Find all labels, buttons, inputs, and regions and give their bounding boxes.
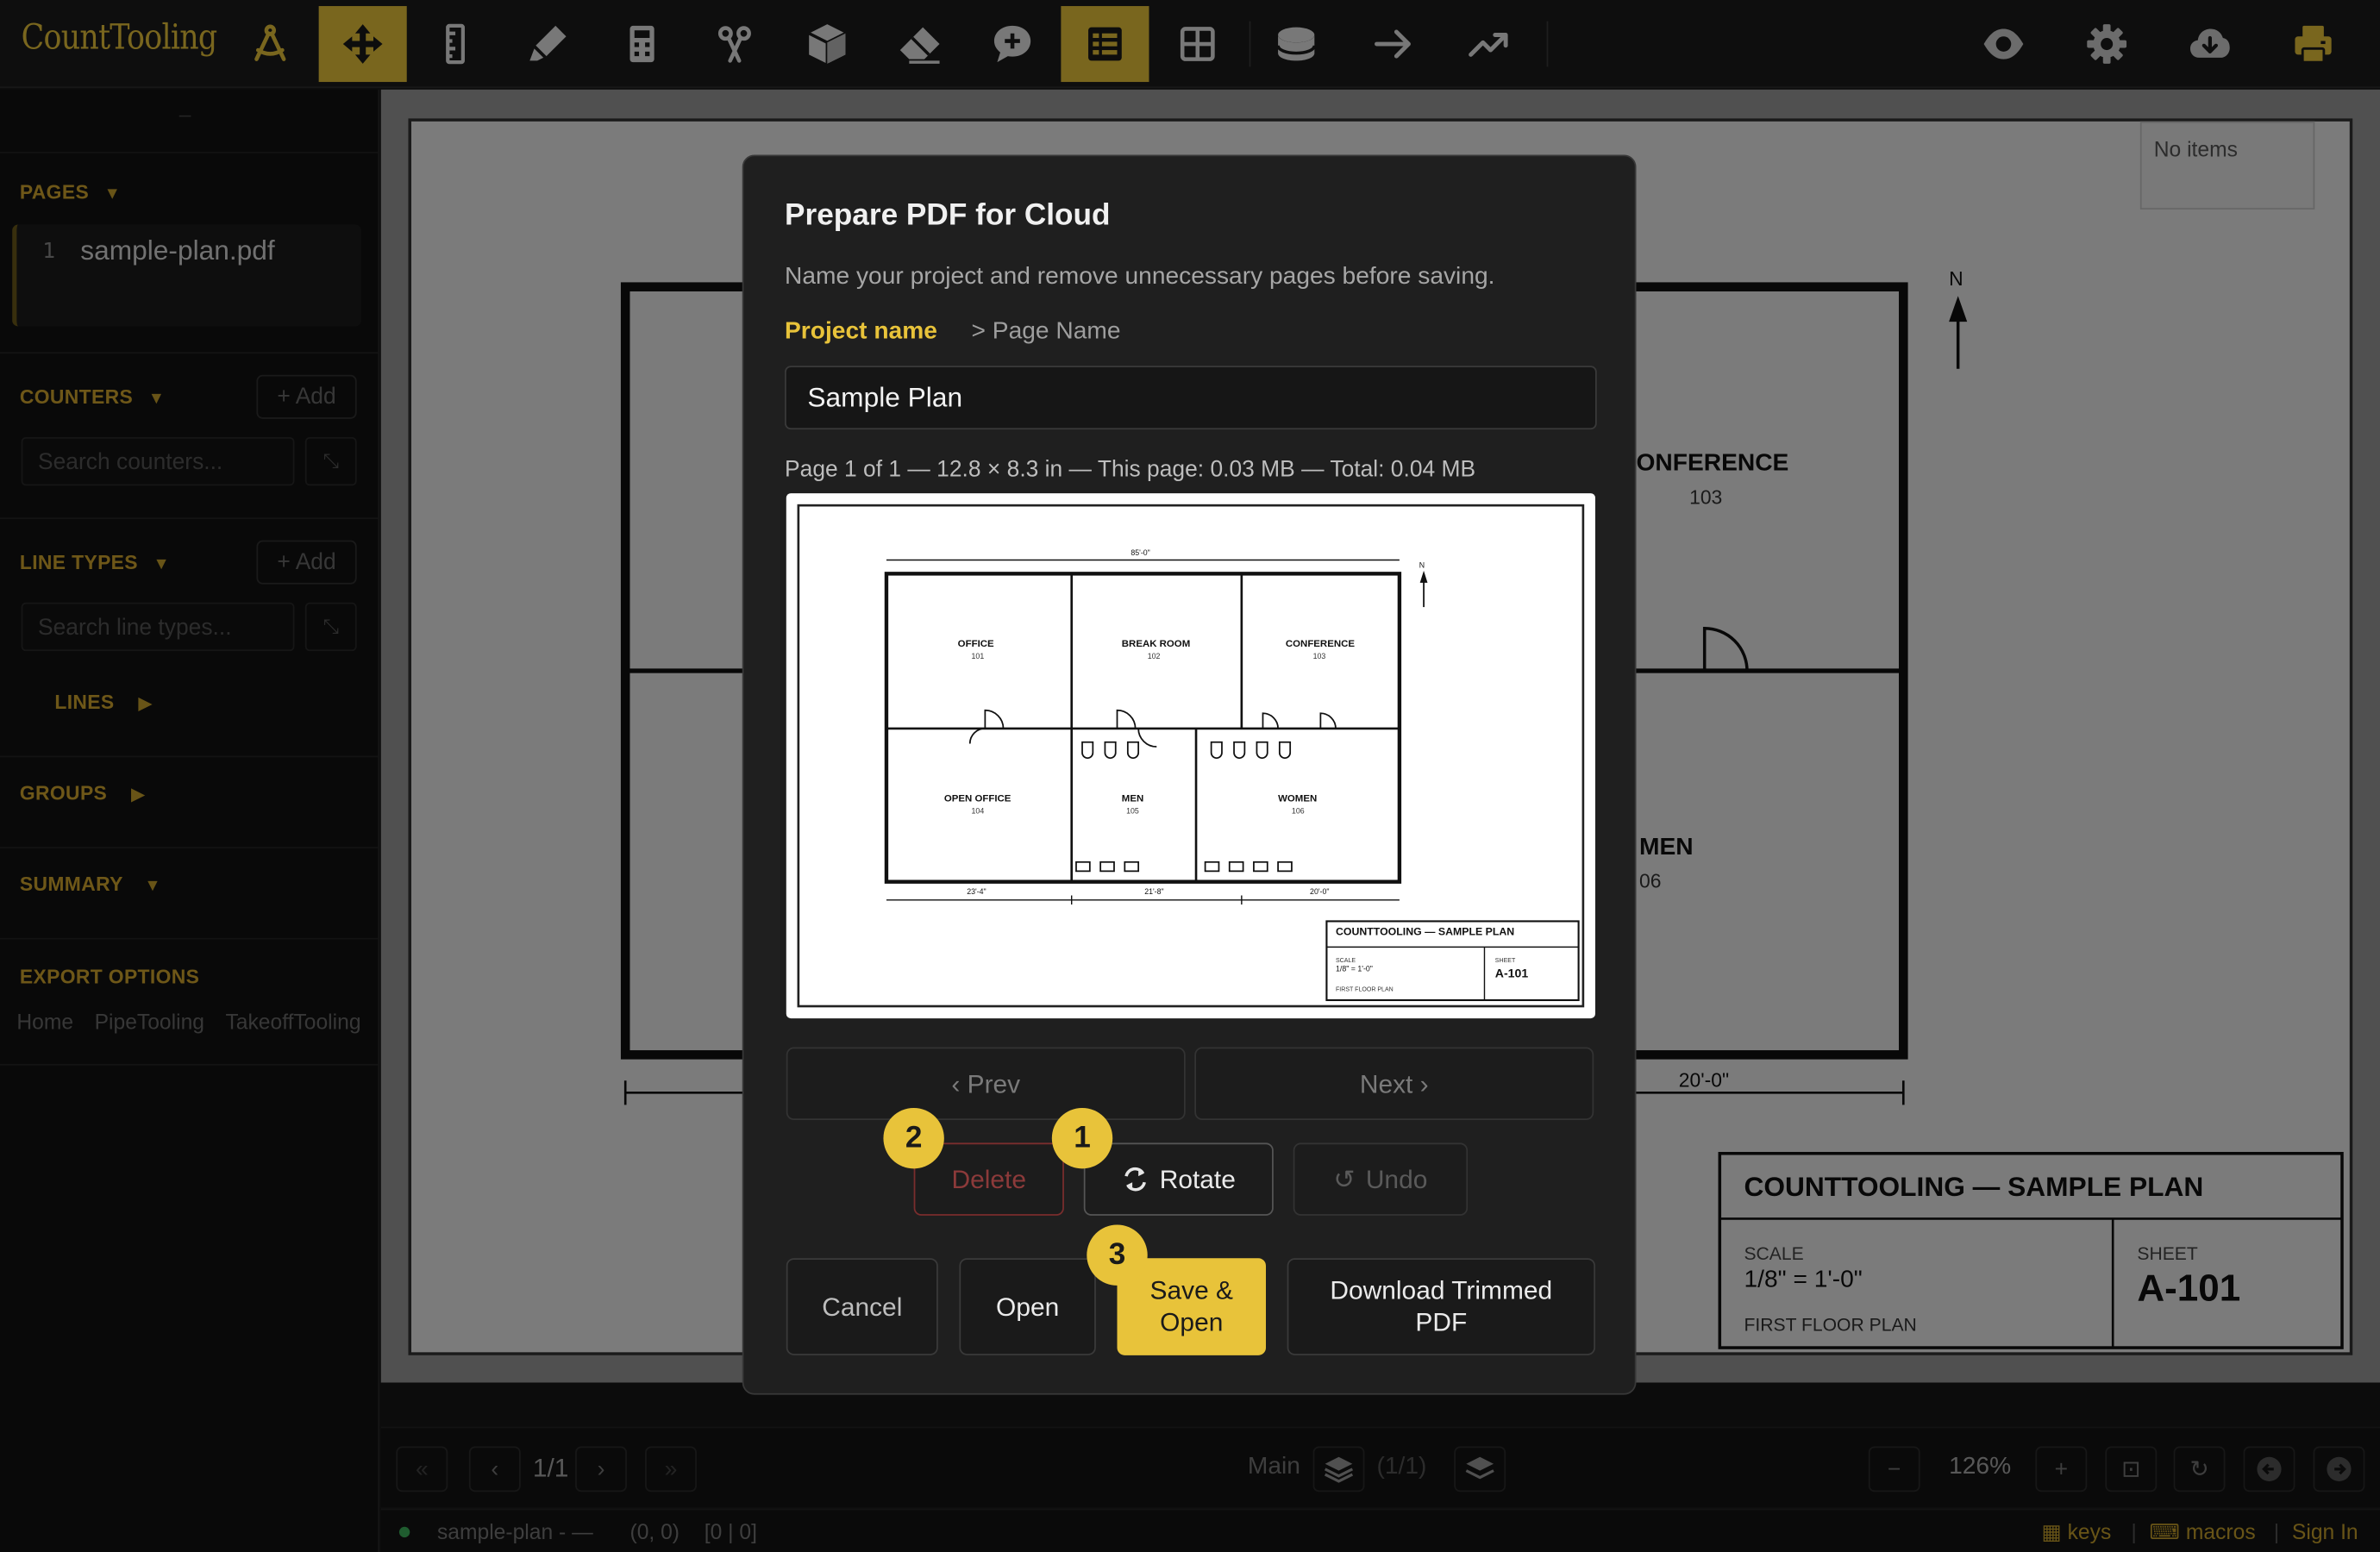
preview-room-number: 101 (971, 652, 985, 662)
preview-room-office: OFFICE (957, 639, 994, 650)
callout-badge: 2 (883, 1107, 944, 1169)
cancel-button[interactable]: Cancel (786, 1258, 938, 1355)
callout-badge: 3 (1087, 1224, 1148, 1286)
rotate-page-button[interactable]: Rotate (1083, 1142, 1274, 1216)
preview-room-number: 102 (1147, 652, 1161, 662)
callout-badge: 1 (1051, 1107, 1113, 1169)
prepare-pdf-dialog: Prepare PDF for Cloud Name your project … (742, 154, 1637, 1395)
rotate-label: Rotate (1159, 1164, 1236, 1194)
preview-tb-scale-label: SCALE (1335, 955, 1356, 964)
next-page-button[interactable]: Next › (1194, 1047, 1594, 1121)
preview-room-number: 106 (1291, 807, 1305, 817)
preview-dim-top: 85'-0" (1130, 549, 1150, 559)
dialog-description: Name your project and remove unnecessary… (785, 264, 1495, 291)
preview-room-openoffice: OPEN OFFICE (943, 793, 1012, 804)
download-trimmed-pdf-button[interactable]: Download Trimmed PDF (1287, 1258, 1595, 1355)
undo-button[interactable]: ↺ Undo (1293, 1142, 1469, 1216)
pdf-preview: 85'-0" N OFFICE 101 BREAK ROOM 102 CONFE… (786, 493, 1595, 1019)
rotate-icon (1124, 1167, 1146, 1192)
crumb-project-name[interactable]: Project name (785, 319, 937, 347)
prev-page-button[interactable]: ‹ Prev (786, 1047, 1186, 1121)
preview-north: N (1419, 561, 1425, 571)
preview-dim: 23'-4" (967, 887, 986, 898)
app-root: CountTooling – PAGES ▼ 1 sample-plan.pdf… (0, 0, 2380, 1552)
preview-room-number: 105 (1126, 807, 1139, 817)
project-name-input[interactable]: Sample Plan (785, 366, 1597, 430)
open-button[interactable]: Open (959, 1258, 1096, 1355)
preview-room-number: 104 (971, 807, 985, 817)
page-info: Page 1 of 1 — 12.8 × 8.3 in — This page:… (785, 456, 1476, 483)
preview-room-breakroom: BREAK ROOM (1121, 639, 1191, 650)
preview-dim: 21'-8" (1144, 887, 1164, 898)
undo-icon: ↺ (1333, 1164, 1356, 1194)
undo-label: Undo (1365, 1164, 1428, 1194)
preview-tb-plan: FIRST FLOOR PLAN (1335, 985, 1394, 993)
preview-tb-title: COUNTTOOLING — SAMPLE PLAN (1335, 927, 1515, 938)
preview-tb-sheet-label: SHEET (1494, 955, 1516, 964)
dialog-title: Prepare PDF for Cloud (785, 198, 1111, 233)
crumb-page-name[interactable]: > Page Name (972, 319, 1121, 347)
preview-room-women: WOMEN (1278, 793, 1318, 804)
preview-tb-sheet: A-101 (1494, 967, 1529, 981)
preview-room-men: MEN (1121, 793, 1144, 804)
preview-tb-scale: 1/8" = 1'-0" (1335, 965, 1373, 975)
preview-room-number: 103 (1312, 652, 1326, 662)
preview-dim: 20'-0" (1310, 887, 1330, 898)
preview-room-conference: CONFERENCE (1285, 639, 1356, 650)
